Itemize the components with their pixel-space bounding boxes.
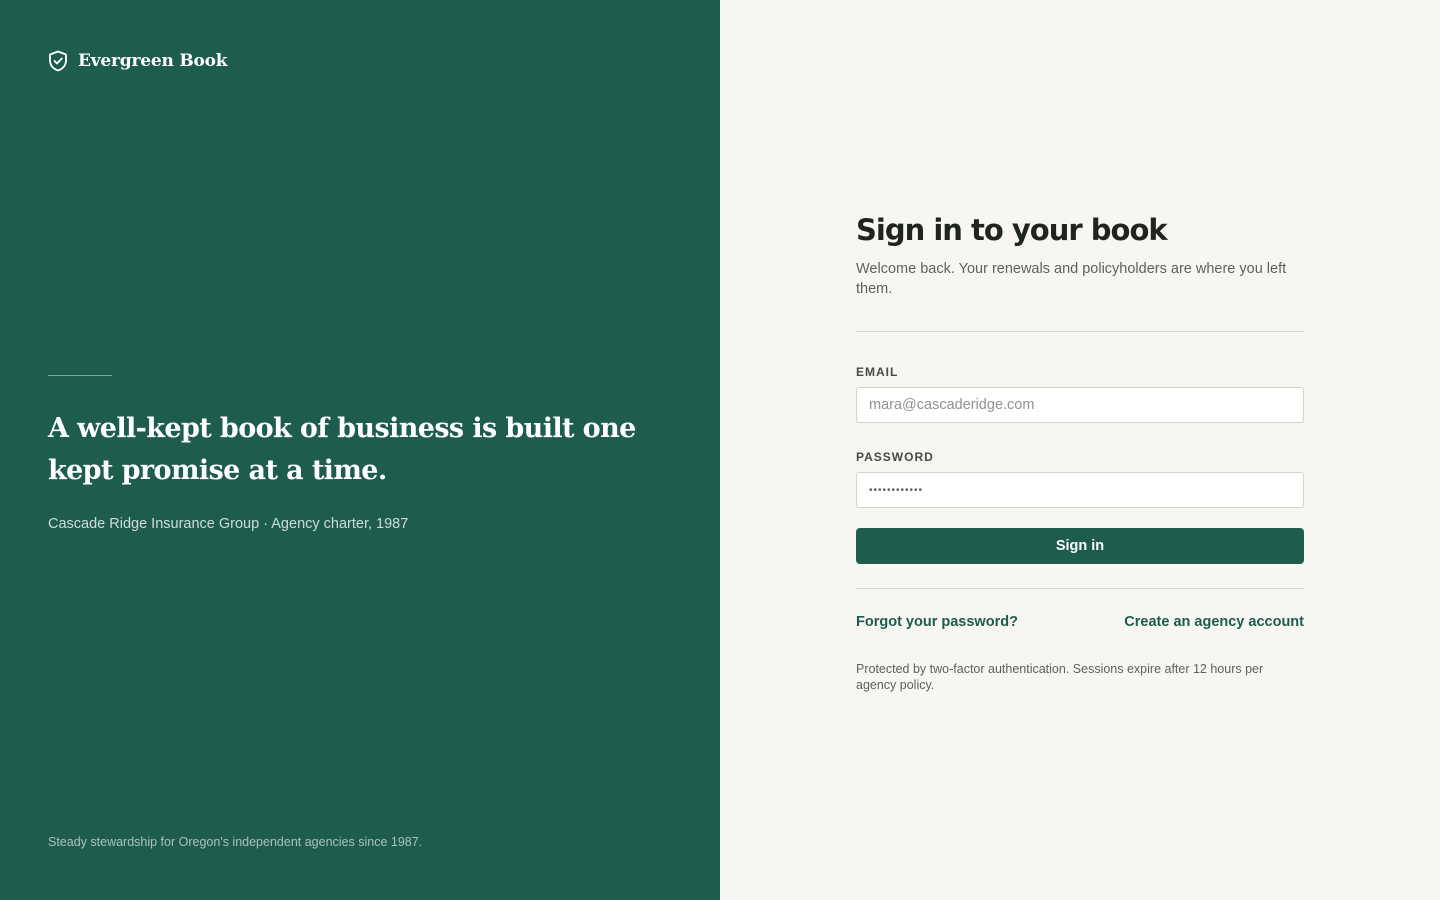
password-label: PASSWORD (856, 450, 934, 464)
password-field[interactable] (856, 472, 1304, 508)
email-field[interactable] (856, 387, 1304, 423)
signin-form: Sign in to your book Welcome back. Your … (856, 212, 1304, 693)
brand-name: Evergreen Book (78, 51, 228, 71)
form-divider-top (856, 331, 1304, 332)
auth-links: Forgot your password? Create an agency a… (856, 614, 1304, 630)
hero-attribution: Cascade Ridge Insurance Group · Agency c… (48, 516, 409, 532)
form-divider-bottom (856, 588, 1304, 589)
quote-divider (48, 375, 112, 376)
create-account-link[interactable]: Create an agency account (1124, 614, 1304, 630)
brand-logo[interactable]: Evergreen Book (48, 50, 228, 72)
forgot-password-link[interactable]: Forgot your password? (856, 614, 1018, 630)
page-subtitle: Welcome back. Your renewals and policyho… (856, 261, 1287, 297)
hero-quote: A well-kept book of business is built on… (48, 413, 636, 486)
security-note: Protected by two-factor authentication. … (856, 662, 1264, 692)
sign-in-button[interactable]: Sign in (856, 528, 1304, 564)
brand-footer-note: Steady stewardship for Oregon's independ… (48, 835, 423, 849)
page-title: Sign in to your book (856, 213, 1168, 247)
brand-panel: Evergreen Book A well-kept book of busin… (0, 0, 720, 900)
shield-check-icon (48, 50, 68, 72)
email-label: EMAIL (856, 365, 899, 379)
signin-panel: Sign in to your book Welcome back. Your … (720, 0, 1440, 900)
